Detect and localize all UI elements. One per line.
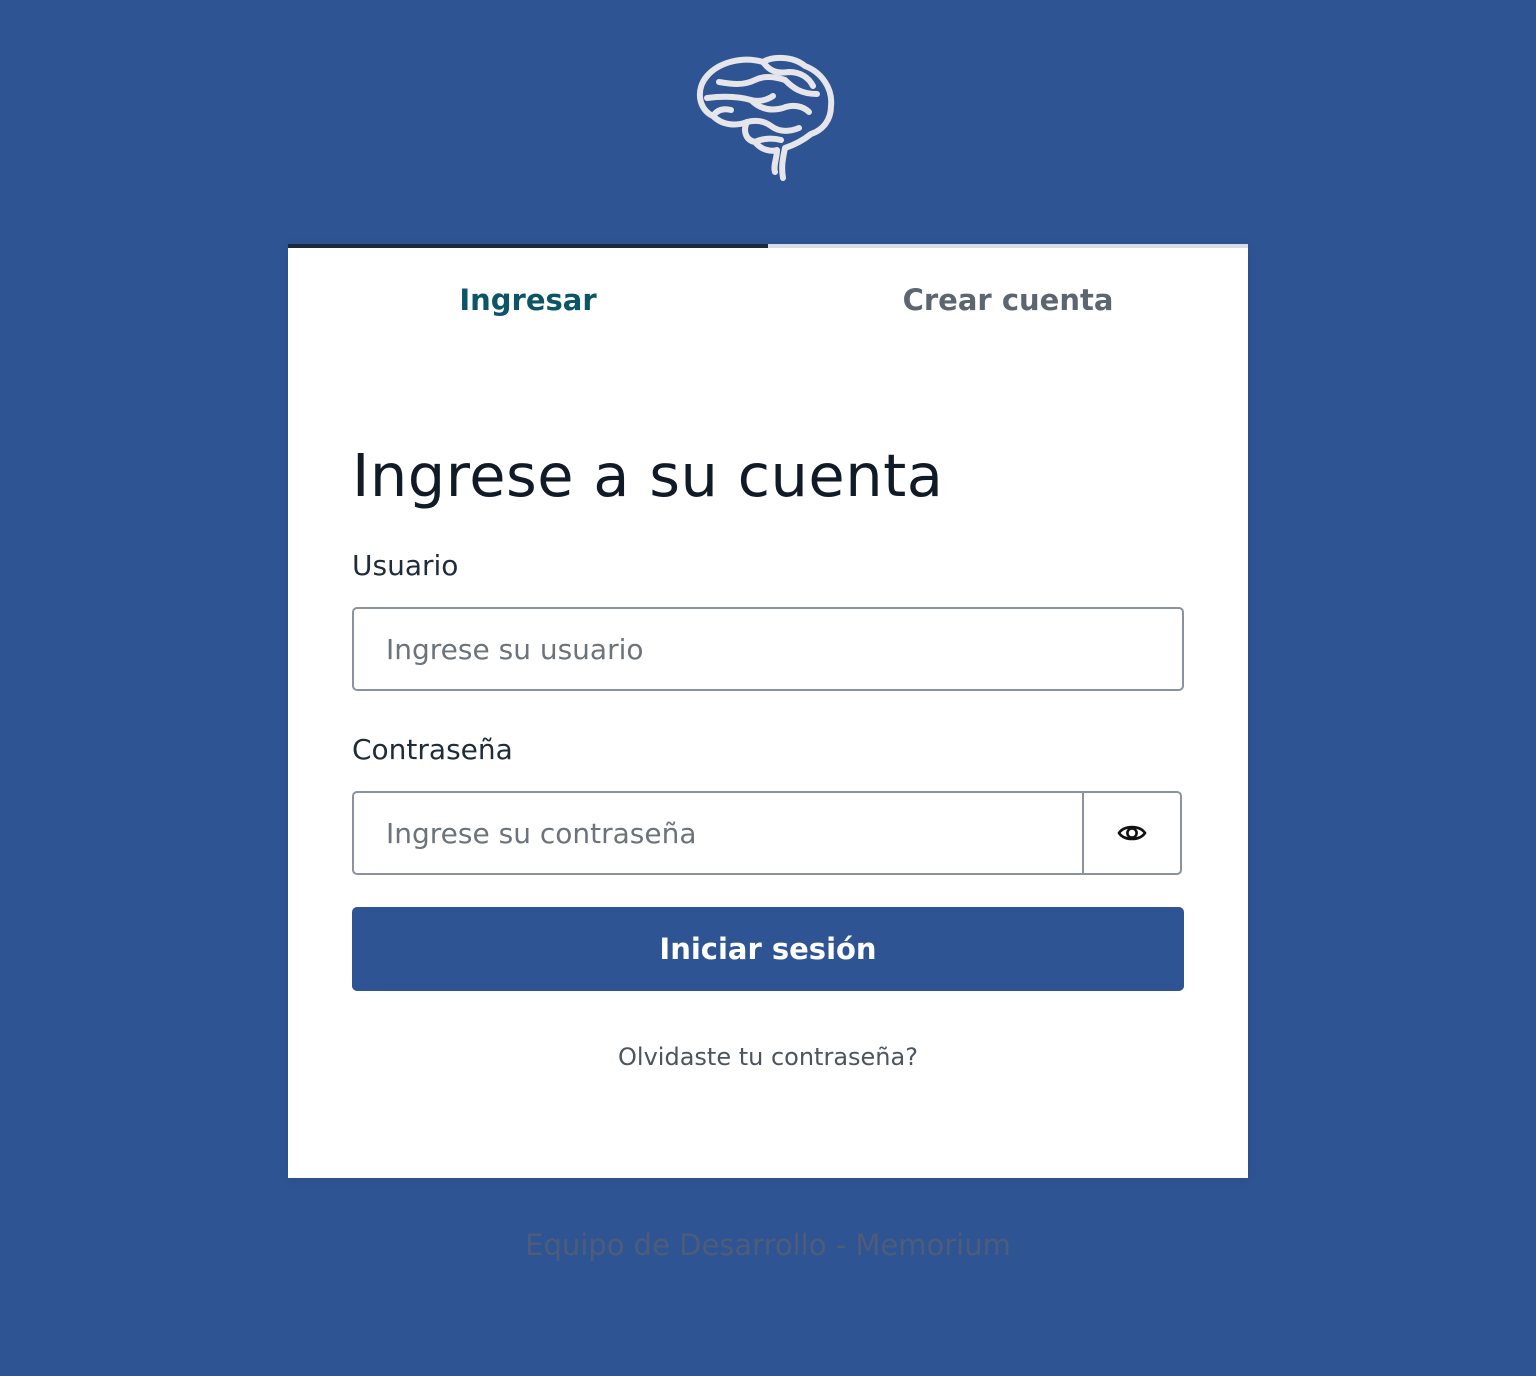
password-group — [352, 791, 1184, 875]
footer-text: Equipo de Desarrollo - Memorium — [525, 1228, 1011, 1262]
username-label: Usuario — [352, 549, 459, 582]
forgot-password-link[interactable]: Olvidaste tu contraseña? — [352, 1043, 1184, 1071]
page-title: Ingrese a su cuenta — [352, 441, 944, 510]
login-button[interactable]: Iniciar sesión — [352, 907, 1184, 991]
tab-ingresar[interactable]: Ingresar — [288, 244, 768, 354]
login-card: Ingresar Crear cuenta Ingrese a su cuent… — [288, 244, 1248, 1178]
brain-icon — [696, 54, 835, 181]
toggle-password-button[interactable] — [1082, 791, 1182, 875]
tab-crear-cuenta[interactable]: Crear cuenta — [768, 244, 1248, 354]
password-input[interactable] — [352, 791, 1084, 875]
password-label: Contraseña — [352, 733, 513, 766]
eye-icon — [1117, 825, 1147, 841]
username-input[interactable] — [352, 607, 1184, 691]
auth-tabs: Ingresar Crear cuenta — [288, 244, 1248, 354]
